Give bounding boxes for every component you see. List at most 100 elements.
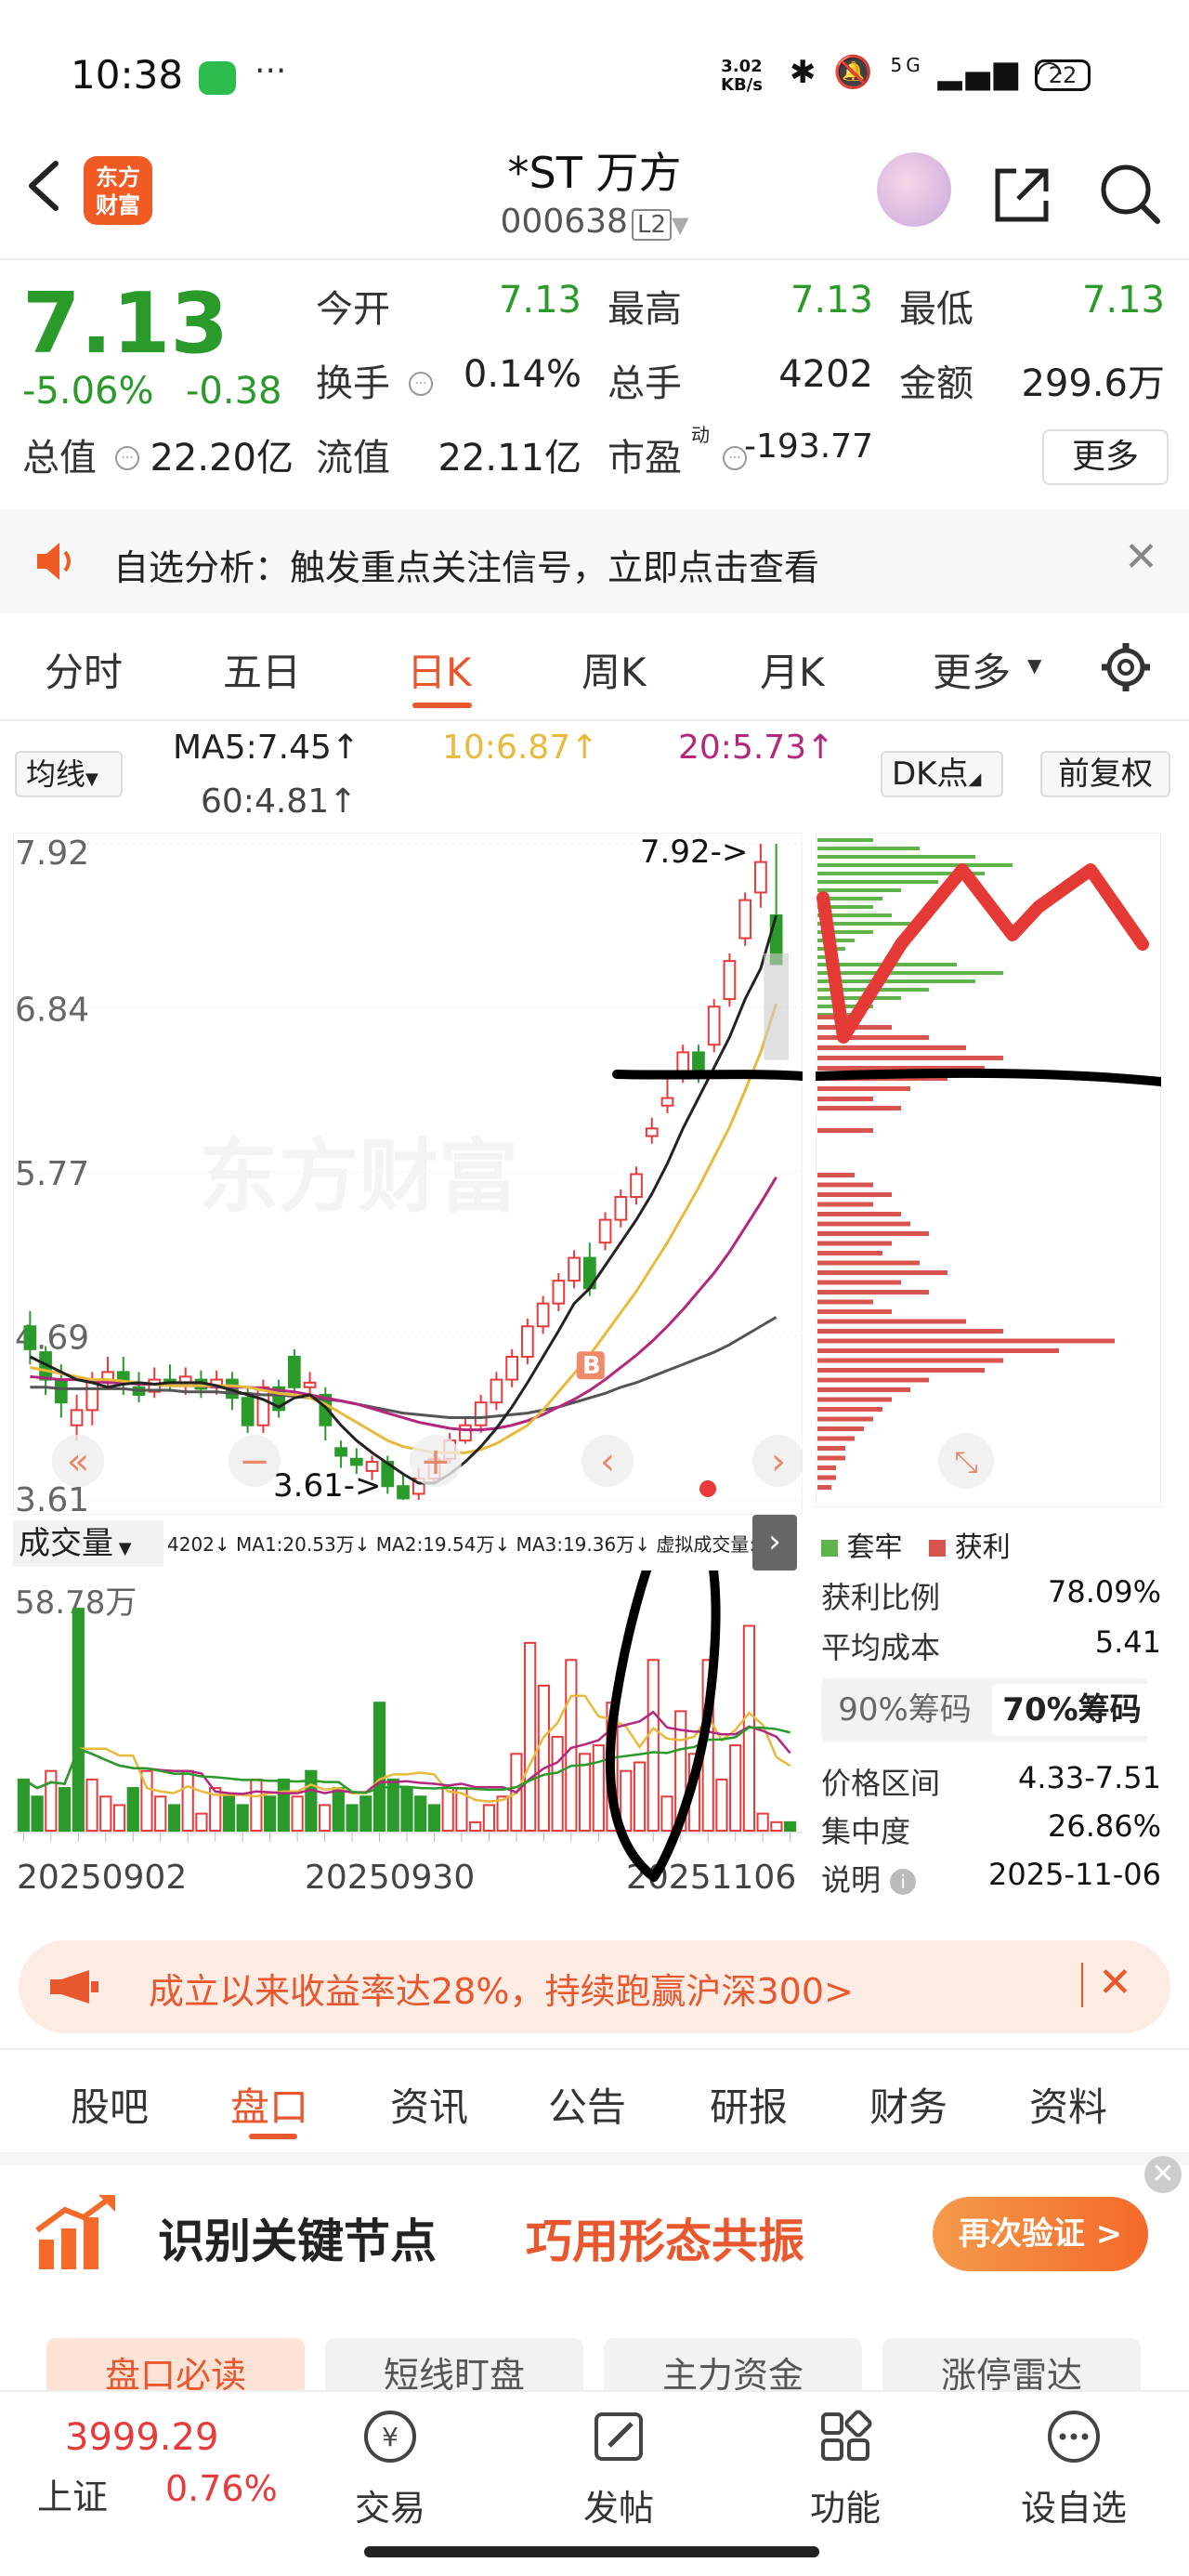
index-percent: 0.76% — [165, 2468, 278, 2509]
detail-tab[interactable]: 研报 — [710, 2076, 788, 2133]
trade-button[interactable]: ¥ 交易 — [316, 2407, 464, 2530]
quote-label: 总值 — [22, 437, 97, 480]
quote-label-sup: 动 — [691, 424, 710, 446]
banner-close-icon[interactable]: ✕ — [1144, 2156, 1182, 2193]
verify-again-button[interactable]: 再次验证 > — [933, 2197, 1148, 2271]
battery-indicator: 22 — [1035, 59, 1091, 91]
more-notifications-icon: ··· — [255, 52, 287, 90]
chip-bar-profit — [817, 1035, 929, 1040]
megaphone-icon — [50, 1970, 98, 2004]
kline-tab[interactable]: 月K — [760, 641, 825, 698]
chart-control-button[interactable]: + — [410, 1435, 462, 1487]
chip-bar-profit — [817, 1280, 901, 1285]
ma-selector[interactable]: 均线▼ — [15, 751, 123, 797]
price-range-value: 4.33-7.51 — [1017, 1760, 1161, 1795]
chevron-down-icon: ▼ — [85, 769, 98, 789]
kline-tab[interactable]: 五日 — [223, 641, 301, 698]
notice-text: 自选分析：触发重点关注信号，立即点击查看 — [113, 547, 820, 588]
candle-body — [349, 1457, 363, 1466]
function-button[interactable]: 功能 — [771, 2407, 920, 2530]
quote-value: 0.14% — [463, 353, 581, 396]
close-icon[interactable]: ✕ — [1124, 533, 1158, 581]
chart-control-button[interactable]: › — [752, 1435, 803, 1487]
gear-icon[interactable] — [1098, 639, 1154, 695]
detail-tab[interactable]: 公告 — [548, 2076, 626, 2133]
chart-control-button[interactable]: ‹ — [581, 1435, 634, 1487]
active-tab-indicator — [412, 703, 472, 708]
detail-tab[interactable]: 财务 — [869, 2076, 947, 2133]
volume-chart[interactable]: 58.78万20250902 20250930 20251106 — [13, 1571, 803, 1924]
candle-body — [334, 1447, 347, 1457]
candle-body — [568, 1256, 581, 1282]
chart-control-button[interactable]: − — [229, 1435, 281, 1487]
volume-bar — [277, 1778, 290, 1832]
tab-chip-70[interactable]: 70%筹码 — [992, 1684, 1152, 1736]
volume-bar — [647, 1659, 660, 1832]
share-icon[interactable] — [988, 162, 1055, 229]
tab-chip-90[interactable]: 90%筹码 — [825, 1684, 985, 1736]
kline-tab[interactable]: 分时 — [45, 641, 123, 698]
adjust-mode-button[interactable]: 前复权 — [1040, 751, 1170, 797]
add-watchlist-label: 设自选 — [1020, 2488, 1127, 2529]
candle-body — [241, 1397, 255, 1426]
kline-tab[interactable]: 周K — [581, 641, 647, 698]
volume-bar — [85, 1778, 98, 1832]
stock-code-row[interactable]: 000638 L2 ▼ — [409, 203, 780, 241]
speaker-icon — [37, 543, 71, 580]
explain-row[interactable]: 说明 i — [821, 1857, 917, 1899]
kline-chart[interactable]: 7.926.845.774.693.61东方财富7.92->3.61->B« − +… — [13, 833, 803, 1515]
max-price-label: 7.92-> — [640, 834, 748, 871]
back-icon[interactable] — [24, 158, 61, 214]
ai-assistant-avatar[interactable] — [877, 152, 951, 227]
legend-trapped: 套牢 — [846, 1531, 903, 1564]
quote-value: 7.13 — [790, 279, 873, 322]
detail-tab[interactable]: 盘口 — [230, 2076, 308, 2133]
detail-tab[interactable]: 资讯 — [390, 2076, 468, 2133]
info-icon[interactable]: ··· — [115, 446, 139, 470]
dk-point-button[interactable]: DK点◢ — [881, 751, 1003, 797]
chip-bar-profit — [817, 1106, 901, 1111]
sub-tab[interactable]: 短线盯盘 — [325, 2338, 583, 2394]
sub-tab[interactable]: 主力资金 — [604, 2338, 862, 2394]
control-icon: ‹ — [600, 1440, 615, 1483]
home-indicator[interactable] — [364, 2546, 819, 2557]
avg-cost-value: 5.41 — [1094, 1624, 1161, 1660]
detail-tab[interactable]: 资料 — [1029, 2076, 1107, 2133]
chart-control-button[interactable]: « — [52, 1435, 104, 1487]
sub-tab[interactable]: 盘口必读 — [46, 2338, 305, 2394]
promo-close-icon[interactable]: ✕ — [1098, 1959, 1132, 2006]
index-value[interactable]: 3999.29 — [65, 2416, 218, 2459]
volume-bar — [441, 1787, 454, 1832]
volume-selector[interactable]: 成交量 ▼ — [13, 1520, 163, 1567]
sub-tab[interactable]: 涨停雷达 — [882, 2338, 1141, 2394]
info-icon[interactable]: ··· — [723, 446, 747, 470]
chevron-right-icon[interactable]: › — [752, 1515, 797, 1571]
detail-tab[interactable]: 股吧 — [71, 2076, 149, 2133]
candle-body — [70, 1409, 84, 1426]
kline-tab[interactable]: 更多 — [933, 641, 1011, 698]
volume-bar — [112, 1804, 126, 1832]
info-icon[interactable]: ··· — [409, 372, 433, 396]
ma60-value: 60:4.81↑ — [201, 782, 358, 821]
chip-bar-profit — [817, 1319, 966, 1324]
chip-bar-profit — [817, 1329, 1003, 1334]
brand-logo[interactable]: 东方 财富 — [84, 156, 152, 225]
volume-bar — [372, 1702, 386, 1832]
x-date-label: 20250930 — [305, 1859, 475, 1897]
volume-bar — [195, 1812, 208, 1832]
yuan-icon: ¥ — [364, 2411, 416, 2463]
search-icon[interactable] — [1096, 160, 1163, 227]
annotation-line — [612, 1070, 803, 1081]
post-button[interactable]: 发帖 — [544, 2407, 693, 2530]
profit-ratio-value: 78.09% — [1047, 1574, 1161, 1610]
chip-bar-profit — [817, 1045, 966, 1050]
more-button[interactable]: 更多 — [1042, 429, 1169, 485]
volume-bar — [31, 1795, 44, 1832]
chip-bar-trapped — [817, 888, 901, 892]
expand-button[interactable]: ⤡ — [938, 1433, 994, 1489]
candle-body — [256, 1386, 270, 1426]
add-watchlist-button[interactable]: 设自选 — [1000, 2407, 1148, 2530]
volume-bar — [565, 1659, 578, 1832]
quote-label: 换手 — [316, 362, 390, 405]
kline-tab[interactable]: 日K — [407, 641, 472, 698]
